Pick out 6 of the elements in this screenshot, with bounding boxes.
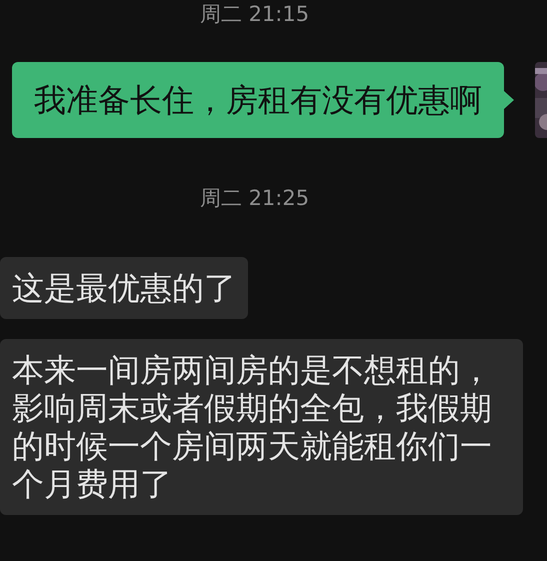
received-message-bubble: 本来一间房两间房的是不想租的，影响周末或者假期的全包，我假期的时候一个房间两天就能租你们一个月费用了 [0,339,523,515]
bubble-tail [504,91,514,109]
timestamp: 周二 21:15 [200,4,310,25]
received-message-bubble: 这是最优惠的了 [0,257,248,319]
sent-message-bubble: 我准备长住，房租有没有优惠啊 [12,62,504,138]
timestamp: 周二 21:25 [200,188,310,209]
